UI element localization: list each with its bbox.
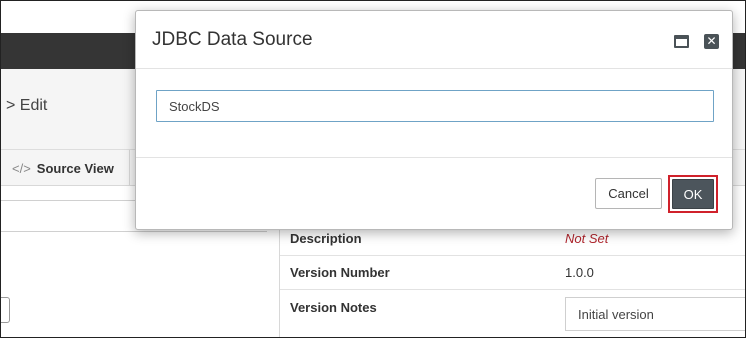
cancel-button[interactable]: Cancel	[595, 178, 662, 209]
breadcrumb: > Edit	[6, 97, 48, 114]
property-label: Description	[290, 231, 362, 246]
tab-source-view[interactable]: </> Source View	[0, 150, 130, 186]
ok-button[interactable]: OK	[672, 179, 714, 209]
property-label: Version Number	[290, 265, 390, 280]
maximize-icon[interactable]	[674, 35, 689, 48]
collapsed-control[interactable]	[0, 297, 10, 323]
code-icon: </>	[12, 160, 31, 176]
property-value: 1.0.0	[565, 265, 594, 280]
data-source-name-input[interactable]	[156, 90, 714, 122]
dialog-header: JDBC Data Source ✕	[136, 11, 732, 69]
dialog-title: JDBC Data Source	[152, 29, 313, 50]
ok-button-highlight: OK	[668, 175, 718, 213]
close-icon[interactable]: ✕	[704, 34, 719, 49]
property-value[interactable]: Not Set	[565, 231, 608, 246]
jdbc-data-source-dialog: JDBC Data Source ✕ Cancel OK	[135, 10, 733, 230]
version-notes-field[interactable]: Initial version	[565, 297, 746, 331]
tab-source-view-label: Source View	[36, 160, 114, 176]
property-label: Version Notes	[290, 300, 377, 315]
property-row-version-number: Version Number 1.0.0	[280, 256, 746, 290]
